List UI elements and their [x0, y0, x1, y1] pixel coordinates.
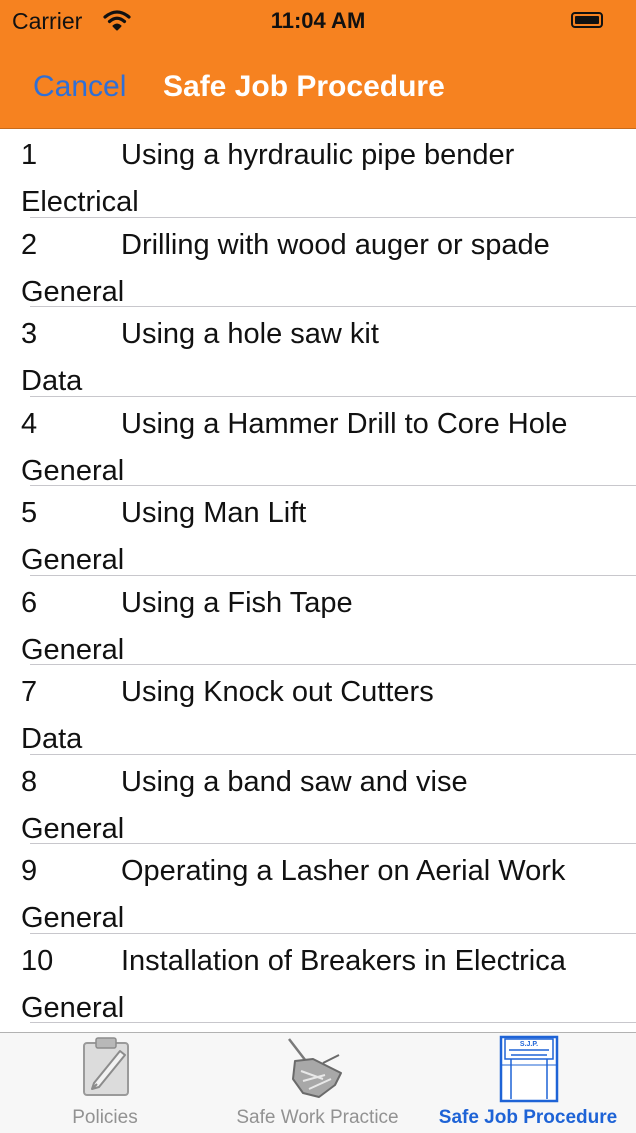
item-name: Using Knock out Cutters	[121, 676, 434, 708]
navigation-bar: Cancel Safe Job Procedure	[0, 42, 636, 128]
list-item[interactable]: 4 Using a Hammer Drill to Core Hole Gene…	[0, 397, 636, 487]
item-number: 2	[21, 228, 38, 261]
item-category: Data	[21, 365, 83, 397]
item-name: Drilling with wood auger or spade	[121, 228, 550, 261]
hand-tool-icon	[288, 1038, 342, 1098]
list-item[interactable]: 5 Using Man Lift General	[0, 486, 636, 576]
item-number: 3	[21, 318, 38, 350]
item-number: 6	[21, 586, 38, 619]
item-category: General	[21, 812, 125, 845]
navigation-header: Carrier 11:04 AM Cancel Safe Job Procedu…	[0, 0, 636, 129]
battery-tip	[571, 12, 603, 28]
item-number: 4	[21, 407, 38, 440]
page-title: Safe Job Procedure	[163, 70, 445, 103]
item-number: 9	[21, 855, 38, 887]
clipboard-pencil-icon	[83, 1037, 129, 1096]
item-category: General	[21, 633, 125, 666]
item-category: General	[21, 902, 125, 934]
item-category: Data	[21, 723, 83, 755]
item-number: 1	[21, 139, 38, 171]
item-number: 8	[21, 765, 38, 798]
tab-label: Safe Job Procedure	[438, 1107, 618, 1128]
procedure-list[interactable]: 1 Using a hyrdraulic pipe bender Electri…	[0, 128, 636, 1032]
item-name: Using a Fish Tape	[121, 586, 353, 619]
tab-bar: Policies Safe Work Practice S.J.P. Safe …	[0, 1032, 636, 1133]
status-time: 11:04 AM	[270, 8, 366, 33]
tab-safe-job-procedure[interactable]: S.J.P. Safe Job Procedure	[426, 1033, 630, 1133]
list-item[interactable]: 10 Installation of Breakers in Electrica…	[0, 934, 636, 1024]
list-item[interactable]: 7 Using Knock out Cutters Data	[0, 665, 636, 755]
list-item[interactable]: 3 Using a hole saw kit Data	[0, 307, 636, 397]
item-name: Using a Hammer Drill to Core Hole	[121, 407, 568, 440]
list-item[interactable]: 1 Using a hyrdraulic pipe bender Electri…	[0, 128, 636, 218]
tab-safe-work-practice[interactable]: Safe Work Practice	[215, 1033, 420, 1133]
item-name: Using a hole saw kit	[121, 318, 379, 350]
item-number: 10	[21, 944, 54, 977]
cancel-button[interactable]: Cancel	[33, 70, 126, 104]
tab-label: Policies	[72, 1107, 138, 1128]
item-category: General	[21, 454, 125, 487]
item-number: 5	[21, 497, 38, 529]
tab-label: Safe Work Practice	[236, 1107, 399, 1128]
item-name: Operating a Lasher on Aerial Work	[121, 855, 566, 887]
item-category: General	[21, 544, 125, 576]
item-category: General	[21, 275, 125, 308]
item-name: Using a band saw and vise	[121, 765, 468, 798]
item-name: Using Man Lift	[121, 497, 307, 529]
item-category: General	[21, 991, 125, 1024]
list-item[interactable]: 8 Using a band saw and vise General	[0, 755, 636, 845]
status-bar: Carrier 11:04 AM	[0, 0, 636, 42]
item-name: Installation of Breakers in Electrica	[121, 944, 566, 977]
item-name: Using a hyrdraulic pipe bender	[121, 139, 515, 171]
item-category: Electrical	[21, 186, 139, 218]
tab-policies[interactable]: Policies	[30, 1033, 180, 1133]
list-item[interactable]: 2 Drilling with wood auger or spade Gene…	[0, 218, 636, 308]
list-item[interactable]: 6 Using a Fish Tape General	[0, 576, 636, 666]
item-number: 7	[21, 676, 38, 708]
document-form-icon: S.J.P.	[499, 1035, 559, 1103]
list-item[interactable]: 9 Operating a Lasher on Aerial Work Gene…	[0, 844, 636, 934]
row-divider	[30, 1022, 636, 1023]
sjp-icon-text: S.J.P.	[520, 1041, 538, 1048]
